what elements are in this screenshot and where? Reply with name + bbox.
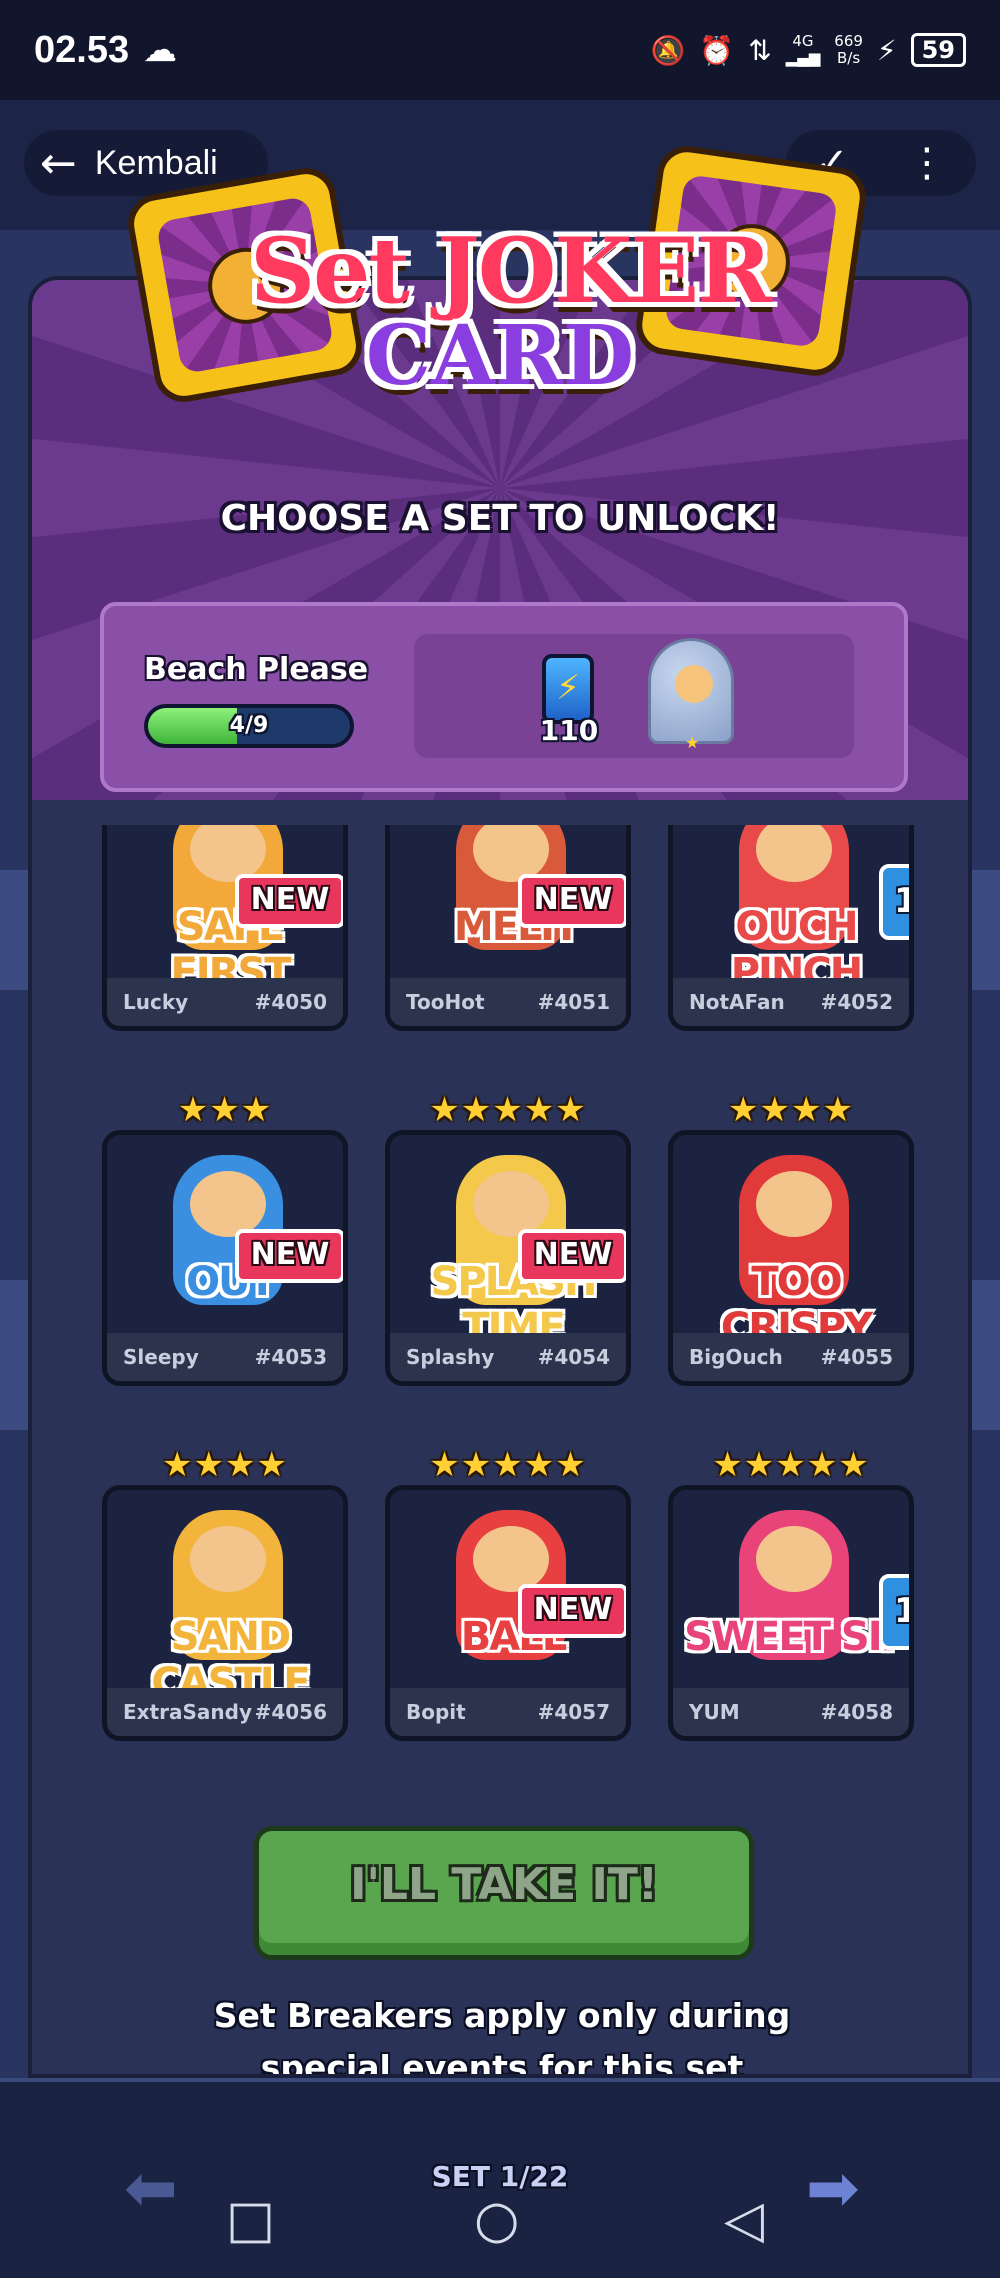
- sticker-card[interactable]: OUT NEW Sleepy #4053: [102, 1130, 348, 1386]
- card-name: Sleepy: [123, 1345, 199, 1369]
- new-badge: NEW: [518, 1229, 626, 1283]
- set-progress-bar: 4/9: [144, 704, 354, 748]
- card-number: #4058: [820, 1700, 893, 1724]
- character-face: [190, 1171, 266, 1237]
- card-footer: Lucky #4050: [107, 978, 343, 1026]
- note-line-1: Set Breakers apply only during: [213, 1996, 791, 2035]
- take-it-button[interactable]: I'LL TAKE IT!: [254, 1826, 754, 1960]
- energy-reward: 110: [539, 714, 599, 747]
- character-face: [473, 1171, 549, 1237]
- card-name: TooHot: [406, 990, 485, 1014]
- character-face: [190, 1526, 266, 1592]
- character-face: [756, 1526, 832, 1592]
- modal-subtitle: CHOOSE A SET TO UNLOCK!: [220, 498, 780, 539]
- card-footer: ExtraSandy #4056: [107, 1688, 343, 1736]
- card-footer: Sleepy #4053: [107, 1333, 343, 1381]
- sticker-card[interactable]: BALL NEW Bopit #4057: [385, 1485, 631, 1741]
- card-name: Bopit: [406, 1700, 466, 1724]
- card-footer: Splashy #4054: [390, 1333, 626, 1381]
- sticker-card[interactable]: MELTI NEW TooHot #4051: [385, 825, 631, 1031]
- cloud-icon: ☁: [143, 30, 178, 70]
- card-stars: ★★★★: [728, 1090, 854, 1130]
- set-joker-logo: Set JOKER CARD: [0, 140, 1000, 440]
- status-time: 02.53: [34, 28, 130, 71]
- sticker-card[interactable]: TOO CRISPY BigOuch #4055: [668, 1130, 914, 1386]
- battery-indicator: 59: [910, 33, 966, 67]
- card-footer: YUM #4058: [673, 1688, 909, 1736]
- net-speed: 669 B/s: [834, 32, 863, 67]
- new-badge: NEW: [518, 1584, 626, 1638]
- dome-star-icon: ★: [685, 733, 700, 752]
- note-line-2: special events for this set: [260, 2048, 744, 2078]
- dome-character: [675, 665, 713, 703]
- card-grid: SAFE FIRST NEW Lucky #4050 MELTI NEW TooHot #40…: [32, 825, 968, 1780]
- take-it-label: I'LL TAKE IT!: [350, 1859, 658, 1910]
- signal-4g: 4G ▂▄▆: [785, 32, 821, 67]
- card-number: #4056: [254, 1700, 327, 1724]
- card-footer: BigOuch #4055: [673, 1333, 909, 1381]
- next-set-arrow-icon[interactable]: ➡: [806, 2152, 860, 2226]
- card-number: #4053: [254, 1345, 327, 1369]
- card-stars: ★★★★★: [712, 1445, 870, 1485]
- card-art: SAND CASTLE: [107, 1490, 343, 1706]
- card-number: #4050: [254, 990, 327, 1014]
- card-name: Splashy: [406, 1345, 495, 1369]
- card-number: #4051: [537, 990, 610, 1014]
- new-badge: NEW: [235, 1229, 343, 1283]
- set-name: Beach Please: [144, 652, 369, 687]
- card-stars: ★★★★★: [429, 1445, 587, 1485]
- card-footer: TooHot #4051: [390, 978, 626, 1026]
- alarm-icon: ⏰: [699, 33, 735, 67]
- set-breakers-note: Set Breakers apply only during special e…: [92, 1990, 912, 2078]
- set-panel: Beach Please 4/9 ⚡ 110 ★: [100, 602, 908, 792]
- set-rewards: ⚡ 110 ★: [414, 634, 854, 758]
- card-footer: NotAFan #4052: [673, 978, 909, 1026]
- set-joker-modal: CHOOSE A SET TO UNLOCK! Beach Please 4/9…: [28, 276, 972, 2078]
- sticker-card[interactable]: SAFE FIRST NEW Lucky #4050: [102, 825, 348, 1031]
- duplicate-count-badge: 1: [879, 1574, 909, 1650]
- character-face: [756, 1171, 832, 1237]
- home-icon[interactable]: ○: [474, 2190, 519, 2250]
- mute-notification-icon: 🔕: [650, 33, 686, 67]
- sticker-card[interactable]: SWEET SIP1 YUM #4058: [668, 1485, 914, 1741]
- sticker-dome-icon[interactable]: ★: [648, 638, 734, 752]
- card-stars: ★★★★★: [429, 1090, 587, 1130]
- duplicate-count-badge: 1: [879, 864, 909, 940]
- card-footer: Bopit #4057: [390, 1688, 626, 1736]
- card-name: BigOuch: [689, 1345, 783, 1369]
- sticker-caption: SWEET SIP: [684, 1614, 909, 1660]
- card-stars: ★★★: [177, 1090, 273, 1130]
- card-name: Lucky: [123, 990, 189, 1014]
- status-icons: 🔕 ⏰ ⇅ 4G ▂▄▆ 669 B/s ⚡ 59: [650, 33, 966, 67]
- sticker-card[interactable]: SPLASH TIME NEW Splashy #4054: [385, 1130, 631, 1386]
- card-art: OUCH PINCH: [673, 825, 909, 996]
- card-number: #4052: [820, 990, 893, 1014]
- new-badge: NEW: [518, 874, 626, 928]
- card-number: #4055: [820, 1345, 893, 1369]
- card-number: #4057: [537, 1700, 610, 1724]
- data-transfer-icon: ⇅: [748, 33, 772, 67]
- card-art: TOO CRISPY: [673, 1135, 909, 1351]
- card-name: NotAFan: [689, 990, 785, 1014]
- card-stars: ★★★★: [162, 1445, 288, 1485]
- sticker-card[interactable]: OUCH PINCH1 NotAFan #4052: [668, 825, 914, 1031]
- status-bar: 02.53 ☁ 🔕 ⏰ ⇅ 4G ▂▄▆ 669 B/s ⚡ 59: [0, 0, 1000, 100]
- logo-title-line2: CARD: [365, 308, 635, 404]
- progress-text: 4/9: [229, 713, 269, 738]
- card-name: YUM: [689, 1700, 740, 1724]
- character-face: [473, 1526, 549, 1592]
- sticker-card[interactable]: SAND CASTLE ExtraSandy #4056: [102, 1485, 348, 1741]
- recent-apps-icon[interactable]: □: [226, 2190, 275, 2250]
- card-number: #4054: [537, 1345, 610, 1369]
- card-name: ExtraSandy: [123, 1700, 252, 1724]
- bottom-nav: ⬅ SET 1/22 ➡ □ ○ ◁: [0, 2078, 1000, 2278]
- new-badge: NEW: [235, 874, 343, 928]
- back-nav-icon[interactable]: ◁: [724, 2190, 764, 2250]
- card-art: SWEET SIP: [673, 1490, 909, 1698]
- charging-icon: ⚡: [876, 33, 897, 67]
